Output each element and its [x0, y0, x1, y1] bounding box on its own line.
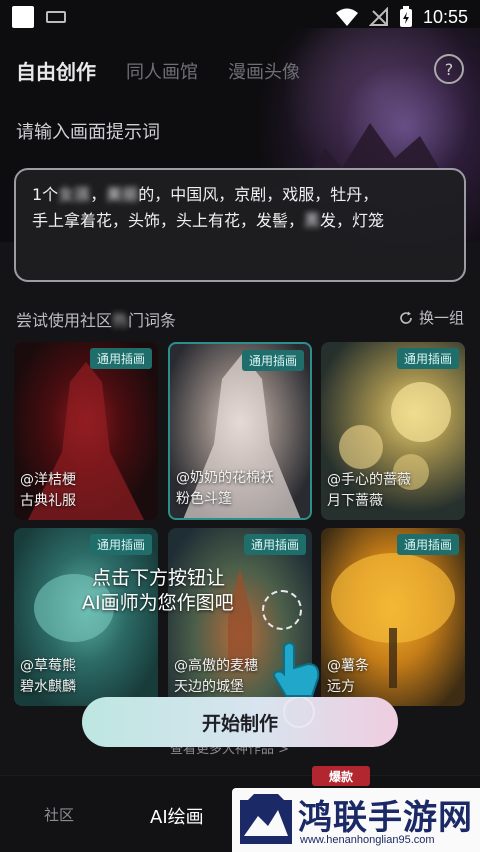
- top-tabs: 自由创作 同人画馆 漫画头像: [16, 56, 300, 85]
- refresh-label: 换一组: [418, 309, 464, 327]
- hot-badge: 爆款: [312, 766, 370, 786]
- suggestions-label: 尝试使用社区热门词条: [16, 307, 176, 331]
- nav-community[interactable]: 社区: [44, 804, 74, 825]
- prompt-text: 手上拿着花，头饰，头上有花，发髻，: [32, 211, 305, 230]
- prompt-line-1: 1个女孩，美丽的，中国风，京剧，戏服，牡丹，: [32, 182, 448, 208]
- prompt-card[interactable]: 通用插画 @奶奶的花棉袄 粉色斗篷: [168, 342, 312, 520]
- card-title: 月下蔷薇: [327, 493, 383, 509]
- suggestions-label-text: 尝试使用社区: [16, 311, 113, 330]
- guide-ring: [283, 696, 315, 728]
- status-right: 10:55: [335, 6, 468, 28]
- tab-comic-avatar[interactable]: 漫画头像: [228, 58, 300, 84]
- help-icon[interactable]: ?: [434, 54, 464, 84]
- card-title: 天边的城堡: [174, 679, 244, 695]
- card-caption: @薯条远方: [327, 656, 369, 698]
- card-author: @洋桔梗: [20, 472, 76, 488]
- tab-fan-gallery[interactable]: 同人画馆: [126, 58, 198, 84]
- card-caption: @奶奶的花棉袄 粉色斗篷: [176, 468, 274, 510]
- battery-icon: [399, 6, 412, 27]
- refresh-icon: [400, 311, 412, 324]
- prompt-card[interactable]: 通用插画 @洋桔梗古典礼服: [14, 342, 158, 520]
- card-author: @奶奶的花棉袄: [176, 470, 274, 486]
- guide-line-1: 点击下方按钮让: [92, 567, 226, 589]
- notification-icon: [12, 6, 34, 28]
- guide-ring: [262, 590, 302, 630]
- nav-ai-painting[interactable]: AI绘画: [150, 803, 204, 829]
- tab-free-create[interactable]: 自由创作: [16, 56, 96, 85]
- card-caption: @洋桔梗古典礼服: [20, 470, 76, 512]
- wifi-icon: [335, 8, 358, 26]
- card-title: 粉色斗篷: [176, 491, 232, 507]
- card-author: @草莓熊: [20, 658, 76, 674]
- prompt-text: 的，中国风，京剧，戏服，牡丹，: [138, 185, 379, 204]
- prompt-label: 请输入画面提示词: [16, 122, 160, 143]
- card-author: @薯条: [327, 658, 369, 674]
- watermark-url: www.henanhonglian95.com: [300, 834, 435, 846]
- keyboard-icon: [46, 11, 66, 23]
- guide-line-2: AI画师为您作图吧: [82, 592, 234, 614]
- card-caption: @手心的蔷薇 月下蔷薇: [327, 470, 411, 512]
- suggestions-label-text: 门词条: [128, 311, 177, 330]
- prompt-line-2: 手上拿着花，头饰，头上有花，发髻，黑发，灯笼: [32, 208, 448, 234]
- prompt-input[interactable]: 1个女孩，美丽的，中国风，京剧，戏服，牡丹， 手上拿着花，头饰，头上有花，发髻，…: [14, 168, 466, 282]
- guide-tooltip: 点击下方按钮让 AI画师为您作图吧: [82, 566, 234, 616]
- category-badge: 通用插画: [89, 534, 152, 555]
- prompt-card[interactable]: 通用插画 @草莓熊碧水麒麟: [14, 528, 158, 706]
- card-caption: @高傲的麦穗 天边的城堡: [174, 656, 258, 698]
- prompt-text: 发，灯笼: [320, 211, 385, 230]
- watermark-title: 鸿联手游网: [298, 798, 473, 838]
- category-badge: 通用插画: [89, 348, 152, 369]
- refresh-button[interactable]: 换一组: [399, 307, 464, 328]
- category-badge: 通用插画: [241, 350, 304, 371]
- category-badge: 通用插画: [396, 534, 459, 555]
- card-author: @手心的蔷薇: [327, 472, 411, 488]
- start-create-button[interactable]: 开始制作: [82, 697, 398, 747]
- prompt-text-blurred: 黑: [304, 211, 321, 230]
- pointing-hand-icon: [272, 642, 320, 697]
- prompt-text: 1个: [32, 185, 59, 204]
- card-title: 远方: [327, 679, 355, 695]
- signal-off-icon: [368, 7, 388, 26]
- prompt-card[interactable]: 通用插画 @薯条远方: [321, 528, 465, 706]
- card-caption: @草莓熊碧水麒麟: [20, 656, 76, 698]
- prompt-text-blurred: 女孩: [58, 185, 91, 204]
- clock: 10:55: [422, 6, 468, 27]
- card-title: 古典礼服: [20, 493, 76, 509]
- prompt-text-blurred: 美丽: [106, 185, 139, 204]
- status-bar: 10:55: [0, 0, 480, 34]
- prompt-card[interactable]: 通用插画 @手心的蔷薇 月下蔷薇: [321, 342, 465, 520]
- category-badge: 通用插画: [243, 534, 306, 555]
- category-badge: 通用插画: [396, 348, 459, 369]
- card-author: @高傲的麦穗: [174, 658, 258, 674]
- suggestions-label-blurred: 热: [112, 311, 129, 330]
- card-title: 碧水麒麟: [20, 679, 76, 695]
- prompt-text: ，: [90, 185, 107, 204]
- watermark-logo-icon: [240, 794, 292, 844]
- watermark: 鸿联手游网 www.henanhonglian95.com: [232, 788, 480, 852]
